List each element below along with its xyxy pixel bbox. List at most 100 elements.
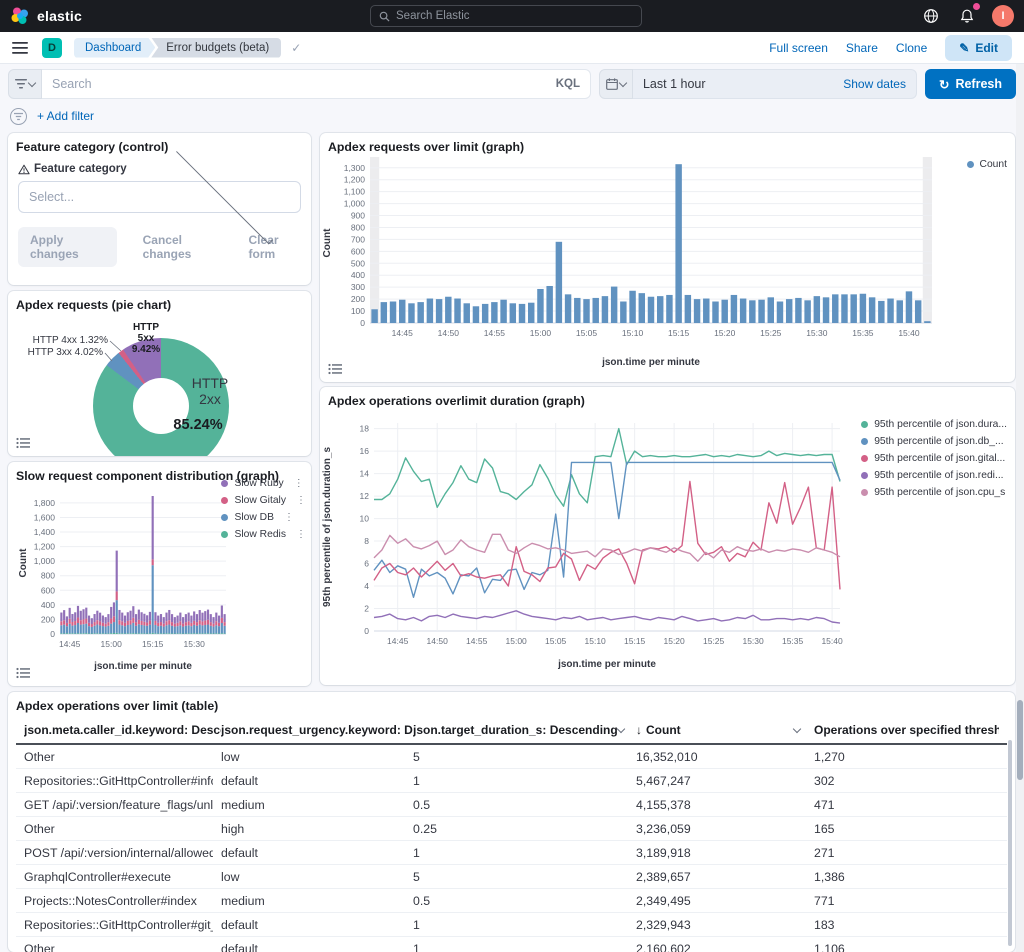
column-header-target-duration[interactable]: json.target_duration_s: Descending [413,723,636,737]
menu-icon[interactable] [12,41,28,55]
svg-text:Count: Count [18,548,29,578]
svg-text:15:15: 15:15 [668,328,690,338]
svg-text:14:45: 14:45 [392,328,414,338]
legend-item[interactable]: 95th percentile of json.dura... [861,419,1007,430]
breadcrumb-dashboard[interactable]: Dashboard [74,38,155,58]
svg-text:1,000: 1,000 [344,199,366,209]
kebab-menu-icon[interactable]: ⋮ [294,478,303,489]
page-scrollbar-track[interactable] [1016,64,1024,952]
elastic-logo[interactable]: elastic [10,6,82,26]
edit-button[interactable]: ✎ Edit [945,35,1012,61]
kql-search-input[interactable]: Search KQL [42,69,591,99]
svg-text:200: 200 [41,614,55,624]
panel-feature-category-control: Feature category (control) Feature categ… [8,133,311,285]
table-cell: low [213,865,405,888]
svg-text:400: 400 [351,270,365,280]
pie-label-http5xx: HTTP5xx9.42% [120,322,172,355]
kebab-menu-icon[interactable]: ⋮ [296,529,305,540]
date-picker: Last 1 hour Show dates ↻ Refresh [599,69,1016,99]
legend-item[interactable]: 95th percentile of json.gital... [861,453,1007,464]
quick-select-date-button[interactable] [599,69,633,99]
legend-dot [861,489,868,496]
svg-text:400: 400 [41,600,55,610]
column-header-operations-over-threshold[interactable]: Operations over specified threshold... [814,723,999,737]
saved-query-menu-button[interactable] [8,69,42,99]
svg-text:1,000: 1,000 [34,556,56,566]
pie-label-http4xx: HTTP 4xx 1.32% [8,335,108,346]
deployment-icon[interactable] [920,5,942,27]
table-cell: 3,236,059 [628,817,806,840]
sort-desc-icon: ↓ [636,723,642,737]
legend-item[interactable]: Slow Redis⋮ [221,529,305,540]
legend-toggle-icon[interactable] [326,361,344,377]
table-cell: 1 [405,937,628,952]
table-cell: 0.5 [405,889,628,912]
legend-item[interactable]: 95th percentile of json.redi... [861,470,1007,481]
global-search-input[interactable]: Search Elastic [370,5,642,27]
legend-item[interactable]: Slow DB⋮ [221,512,305,523]
control-field-label: Feature category [34,163,127,175]
pencil-icon: ✎ [959,41,969,55]
legend-toggle-icon[interactable] [14,435,32,451]
svg-text:14:50: 14:50 [438,328,460,338]
table-cell: POST /api/:version/internal/allowed [16,841,213,864]
svg-text:600: 600 [351,246,365,256]
show-dates-button[interactable]: Show dates [843,77,906,91]
refresh-button[interactable]: ↻ Refresh [925,69,1016,99]
filter-menu-icon[interactable] [10,108,27,125]
table-row: GET /api/:version/feature_flags/unleash.… [16,793,1007,817]
svg-text:15:05: 15:05 [576,328,598,338]
add-filter-button[interactable]: + Add filter [37,109,94,123]
legend-item[interactable]: Slow Ruby⋮ [221,478,305,489]
svg-text:15:20: 15:20 [663,636,685,646]
svg-text:10: 10 [360,514,370,524]
panel-apdex-operations-table: Apdex operations over limit (table) json… [8,692,1015,952]
time-range-value[interactable]: Last 1 hour [643,77,843,91]
svg-text:json.time per minute: json.time per minute [557,659,656,670]
cancel-changes-button[interactable]: Cancel changes [143,233,223,261]
notification-dot [973,3,980,10]
column-header-caller-id[interactable]: json.meta.caller_id.keyword: Desce... [24,723,221,737]
user-avatar[interactable]: I [992,5,1014,27]
clone-button[interactable]: Clone [896,41,927,55]
legend-item[interactable]: 95th percentile of json.cpu_s [861,487,1007,498]
table-cell: 165 [806,817,1007,840]
svg-text:15:30: 15:30 [742,636,764,646]
feature-category-select[interactable]: Select... [18,181,301,213]
table-cell: 2,329,943 [628,913,806,936]
alerts-bell-icon[interactable] [956,5,978,27]
table-cell: Projects::NotesController#index [16,889,213,912]
check-icon: ✓ [291,41,301,55]
kebab-menu-icon[interactable]: ⋮ [284,512,293,523]
svg-text:2: 2 [364,604,369,614]
column-header-count[interactable]: ↓Count [636,723,814,737]
pie-label-http3xx: HTTP 3xx 4.02% [8,347,103,358]
legend-item[interactable]: Count [967,159,1007,170]
column-header-request-urgency[interactable]: json.request_urgency.keyword: Des... [221,723,413,737]
table-cell: default [213,913,405,936]
legend-toggle-icon[interactable] [14,665,32,681]
space-avatar[interactable]: D [42,38,62,58]
share-button[interactable]: Share [846,41,878,55]
legend-item[interactable]: Slow Gitaly⋮ [221,495,305,506]
table-cell: 5 [405,865,628,888]
clear-form-button[interactable]: Clear form [249,233,301,261]
kql-button[interactable]: KQL [556,78,580,90]
svg-text:14:50: 14:50 [427,636,449,646]
breadcrumb-bar: D Dashboard Error budgets (beta) ✓ Full … [0,32,1024,64]
svg-text:300: 300 [351,282,365,292]
apply-changes-button[interactable]: Apply changes [18,227,117,267]
page-scrollbar-thumb[interactable] [1017,700,1023,780]
table-scrollbar[interactable] [1008,740,1012,946]
full-screen-button[interactable]: Full screen [769,41,828,55]
table-cell: 1 [405,913,628,936]
table-cell: 0.5 [405,793,628,816]
chevron-down-icon[interactable] [793,724,801,732]
legend-item[interactable]: 95th percentile of json.db_... [861,436,1007,447]
svg-text:700: 700 [351,234,365,244]
svg-text:1,300: 1,300 [344,163,366,173]
table-cell: 2,349,495 [628,889,806,912]
kebab-menu-icon[interactable]: ⋮ [296,495,305,506]
table-header: json.meta.caller_id.keyword: Desce... js… [16,716,1007,745]
table-cell: 4,155,378 [628,793,806,816]
